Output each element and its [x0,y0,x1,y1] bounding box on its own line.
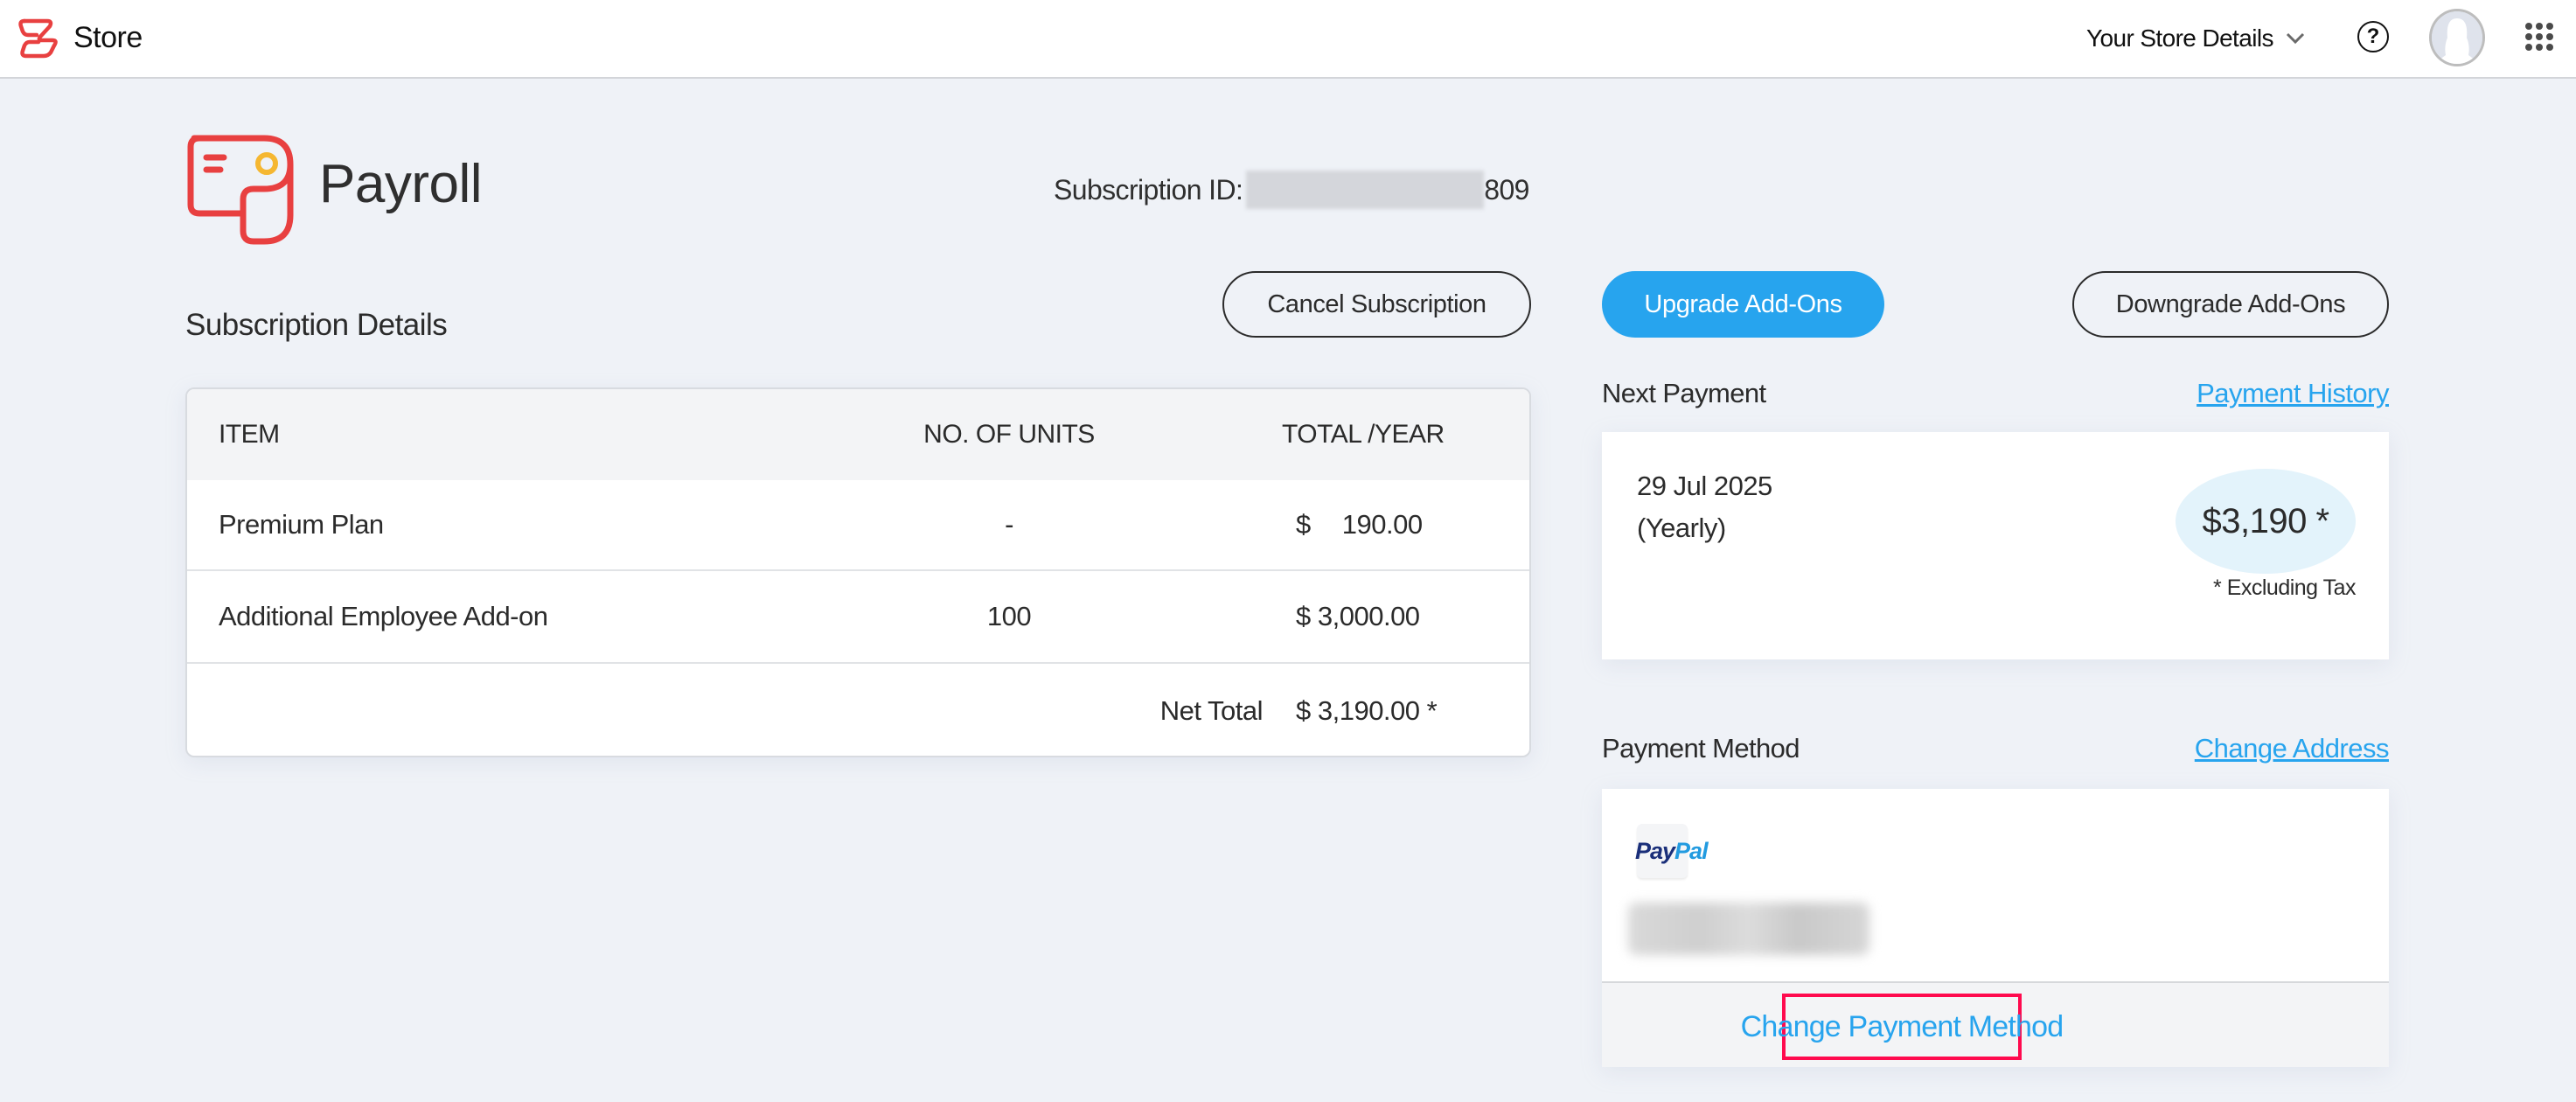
store-details-label: Your Store Details [2086,24,2273,52]
redacted-paypal-email [1628,903,1869,955]
payroll-logo-icon [187,135,294,245]
change-address-link[interactable]: Change Address [2195,733,2390,764]
payment-method-label: Payment Method [1602,733,1800,764]
next-payment-amount: $3,190 * [2176,469,2356,574]
subscription-id-suffix: 809 [1484,173,1529,206]
item-total: $ 3,000.00 [1296,601,1420,631]
chevron-down-icon [2286,32,2304,45]
top-bar: Store Your Store Details ? [0,0,2576,79]
subscription-table: ITEM NO. OF UNITS TOTAL /YEAR Premium Pl… [185,387,1531,757]
item-name: Additional Employee Add-on [219,601,548,631]
product-name: Payroll [319,154,483,214]
item-total: $190.00 [1296,509,1423,540]
brand[interactable]: Store [17,16,143,59]
next-payment-card: 29 Jul 2025 (Yearly) $3,190 * * Excludin… [1602,432,2389,659]
help-icon[interactable]: ? [2357,21,2389,52]
user-silhouette-icon [2432,11,2482,64]
app-name: Store [73,20,143,54]
change-payment-method-button[interactable]: Change Payment Method [1741,994,2064,1060]
paypal-logo-icon: PayPal [1635,824,1709,878]
item-units: 100 [986,601,1032,631]
user-avatar[interactable] [2429,9,2485,66]
billing-cycle: (Yearly) [1637,513,1726,543]
table-row: Additional Employee Add-on 100 $ 3,000.0… [187,571,1529,664]
payment-method-card: PayPal Change Payment Method [1602,789,2389,1067]
net-total-row: Net Total $ 3,190.00 * [187,664,1529,756]
net-total-value: $ 3,190.00 * [1296,694,1438,726]
subscription-details-title: Subscription Details [185,308,448,342]
payment-method-footer: Change Payment Method [1602,981,2389,1067]
payment-history-link[interactable]: Payment History [2197,378,2389,409]
subscription-id: Subscription ID: 809 [1054,171,1529,209]
next-payment-label: Next Payment [1602,378,1766,408]
item-name: Premium Plan [219,509,384,540]
subscription-id-label: Subscription ID: [1054,173,1243,206]
redacted-subscription-id [1246,171,1485,209]
table-header: ITEM NO. OF UNITS TOTAL /YEAR [187,389,1529,480]
tax-note: * Excluding Tax [2213,575,2356,600]
zoho-logo-icon [18,18,58,59]
net-total-label: Net Total [1159,694,1264,726]
upgrade-addons-button[interactable]: Upgrade Add-Ons [1602,271,1884,338]
store-details-dropdown[interactable]: Your Store Details [2086,19,2305,58]
item-units: - [1005,509,1013,540]
next-payment-date: 29 Jul 2025 [1637,471,1772,501]
apps-grid-icon[interactable] [2525,23,2555,52]
column-header-total: TOTAL /YEAR [1282,420,1445,449]
cancel-subscription-button[interactable]: Cancel Subscription [1222,271,1531,338]
downgrade-addons-button[interactable]: Downgrade Add-Ons [2072,271,2389,338]
table-row: Premium Plan - $190.00 [187,480,1529,571]
column-header-item: ITEM [219,420,280,449]
column-header-units: NO. OF UNITS [923,420,1095,449]
